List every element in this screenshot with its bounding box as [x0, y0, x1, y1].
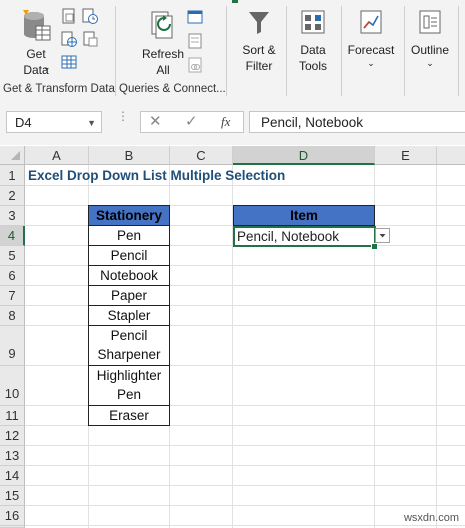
name-box[interactable]: D4 ▼ [6, 111, 102, 133]
gridline [25, 485, 465, 486]
database-icon [23, 10, 51, 41]
chevron-down-icon: ⌄ [426, 58, 434, 68]
row-header-14[interactable]: 14 [0, 466, 25, 486]
recent-sources-icon[interactable] [82, 8, 98, 24]
group-get-transform-label: Get & Transform Data [3, 83, 115, 95]
enter-check-icon[interactable]: ✓ [185, 112, 198, 132]
row-header-6[interactable]: 6 [0, 266, 25, 286]
forecast-icon [360, 10, 382, 34]
column-header-a[interactable]: A [25, 146, 89, 165]
outline-icon [419, 10, 441, 34]
gridline [25, 505, 465, 506]
sort-filter-label: Sort & Filter [242, 43, 276, 73]
queries-connections-icon[interactable] [187, 9, 203, 25]
cancel-icon[interactable]: ✕ [149, 112, 162, 132]
forecast-button[interactable]: Forecast ⌄ [343, 8, 399, 68]
data-tools-icon [301, 10, 325, 34]
get-data-label: Get Data [23, 47, 49, 77]
fill-handle[interactable] [371, 243, 378, 250]
row-header-7[interactable]: 7 [0, 286, 25, 306]
row-header-10[interactable]: 10 [0, 366, 25, 406]
tab-indicator [232, 0, 238, 3]
existing-connections-icon[interactable] [82, 31, 98, 47]
row-header-5[interactable]: 5 [0, 246, 25, 266]
more-options-icon[interactable]: ⋮ [117, 110, 129, 131]
insert-function-icon[interactable]: fx [221, 112, 230, 132]
row-header-11[interactable]: 11 [0, 406, 25, 426]
gridline [25, 465, 465, 466]
ribbon-divider [226, 6, 227, 96]
row-header-9[interactable]: 9 [0, 326, 25, 366]
gridline [25, 445, 465, 446]
filter-icon [249, 12, 269, 34]
row-header-4[interactable]: 4 [0, 226, 25, 246]
from-text-icon[interactable] [61, 8, 77, 24]
edit-links-icon[interactable] [187, 57, 203, 73]
stationery-cell[interactable]: Pencil [88, 245, 170, 266]
row-header-15[interactable]: 15 [0, 486, 25, 506]
group-queries-label: Queries & Connect... [119, 83, 226, 95]
active-cell-d4[interactable]: Pencil, Notebook [233, 226, 376, 247]
data-tools-button[interactable]: Data Tools [290, 8, 336, 74]
ribbon-divider [115, 6, 116, 96]
row-header-8[interactable]: 8 [0, 306, 25, 326]
outline-button[interactable]: Outline ⌄ [405, 8, 455, 68]
stationery-cell[interactable]: Paper [88, 285, 170, 306]
column-header-e[interactable]: E [375, 146, 437, 165]
select-all-corner[interactable] [0, 146, 25, 165]
row-header-3[interactable]: 3 [0, 206, 25, 226]
from-web-icon[interactable] [61, 31, 77, 47]
get-data-button[interactable]: Get Data [14, 8, 58, 78]
sheet-title: Excel Drop Down List Multiple Selection [28, 168, 286, 183]
dropdown-arrow-icon[interactable]: ▼ [87, 112, 96, 134]
dropdown-button[interactable] [375, 228, 390, 243]
data-tools-label: Data Tools [298, 43, 327, 73]
column-header-b[interactable]: B [89, 146, 170, 165]
row-header-2[interactable]: 2 [0, 186, 25, 206]
ribbon: Get Data ⌄ Get & Transform Data Refresh … [0, 0, 465, 102]
row-header-16[interactable]: 16 [0, 506, 25, 526]
corner-triangle-icon [11, 151, 20, 160]
column-header-d[interactable]: D [233, 146, 375, 165]
sort-filter-button[interactable]: Sort & Filter [236, 8, 282, 74]
formula-input[interactable]: Pencil, Notebook [249, 111, 465, 133]
gridline [436, 165, 437, 528]
outline-label: Outline [410, 43, 450, 57]
properties-icon[interactable] [187, 33, 203, 49]
item-header[interactable]: Item [233, 205, 375, 226]
stationery-header[interactable]: Stationery [88, 205, 170, 226]
name-box-value: D4 [15, 115, 32, 130]
forecast-label: Forecast [347, 43, 395, 57]
stationery-cell[interactable]: Eraser [88, 405, 170, 426]
stationery-cell[interactable]: Pencil Sharpener [88, 325, 170, 366]
stationery-cell[interactable]: Pen [88, 225, 170, 246]
row-header-1[interactable]: 1 [0, 165, 25, 186]
refresh-all-label: Refresh All [141, 47, 185, 77]
from-table-icon[interactable] [61, 54, 77, 70]
stationery-cell[interactable]: Stapler [88, 305, 170, 326]
column-header-f[interactable] [437, 146, 465, 165]
formula-controls: ✕ ✓ fx [140, 111, 244, 133]
dropdown-arrow-icon [379, 234, 386, 238]
ribbon-divider [286, 6, 287, 96]
chevron-down-icon: ⌄ [43, 62, 51, 72]
row-header-13[interactable]: 13 [0, 446, 25, 466]
stationery-cell[interactable]: Highlighter Pen [88, 365, 170, 406]
refresh-all-button[interactable]: Refresh All [138, 8, 188, 78]
ribbon-divider [458, 6, 459, 96]
column-header-c[interactable]: C [170, 146, 233, 165]
gridline [25, 185, 465, 186]
row-header-12[interactable]: 12 [0, 426, 25, 446]
gridline [25, 525, 465, 526]
ribbon-divider [341, 6, 342, 96]
refresh-icon [151, 11, 173, 39]
stationery-cell[interactable]: Notebook [88, 265, 170, 286]
watermark: wsxdn.com [403, 512, 459, 524]
chevron-down-icon: ⌄ [367, 58, 375, 68]
